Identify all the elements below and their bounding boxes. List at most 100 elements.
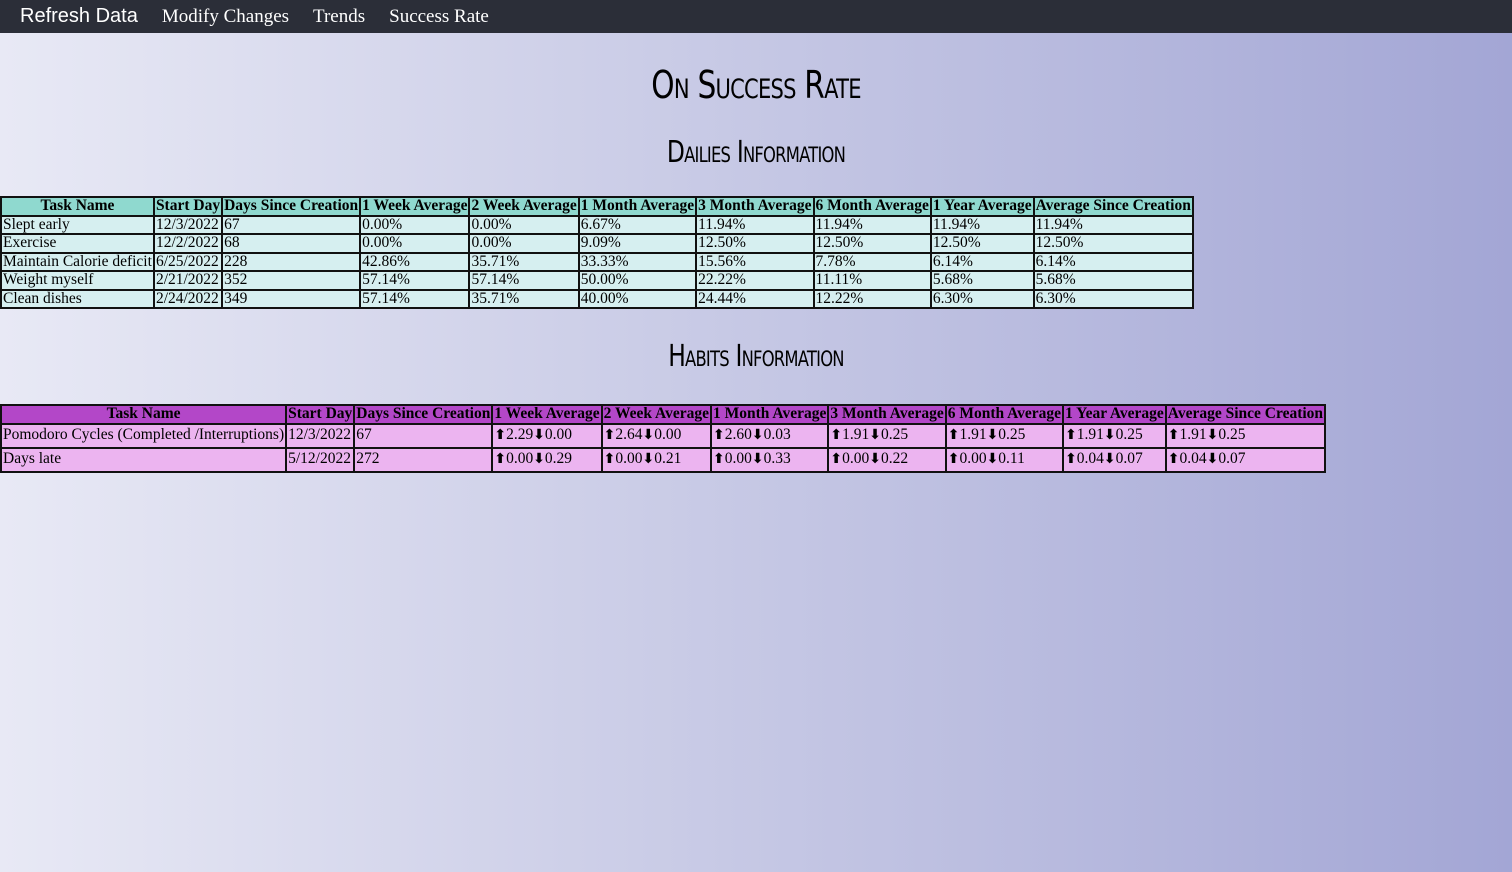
task-name-cell: Pomodoro Cycles (Completed /Interruption…	[0, 422, 288, 449]
dailies-cell: 5.68%	[929, 270, 1035, 291]
up-value: 0.00	[724, 450, 752, 468]
dailies-cell: 12.50%	[695, 233, 815, 254]
arrow-up-icon: ⬆	[1065, 451, 1077, 468]
dailies-header-cell: 3 Month Average	[695, 196, 815, 217]
dailies-cell: 57.14%	[468, 270, 580, 291]
dailies-row: Clean dishes 2/24/2022 349 57.14% 35.71% 40.0…	[0, 288, 1194, 309]
dailies-header-cell: 1 Year Average	[929, 196, 1035, 217]
arrow-up-icon: ⬆	[947, 427, 960, 444]
habit-average-cell: ⬆0.00⬇0.33	[709, 446, 830, 473]
habit-average-cell: ⬆0.04⬇0.07	[1062, 446, 1167, 473]
arrow-up-icon: ⬆	[1065, 427, 1077, 444]
dailies-row: Exercise 12/2/2022 68 0.00% 0.00% 9.09% 12.50%…	[0, 233, 1194, 254]
nav-success-rate[interactable]: Success Rate	[389, 6, 489, 28]
dailies-cell: 40.00%	[577, 288, 698, 309]
arrow-down-icon: ⬇	[986, 451, 999, 468]
dailies-cell: 6.14%	[929, 251, 1035, 272]
dailies-cell: 68	[221, 233, 362, 254]
dailies-header-cell: Start Day	[152, 196, 224, 217]
habit-average-cell: ⬆0.00⬇0.11	[944, 446, 1065, 473]
arrow-down-icon: ⬇	[1206, 451, 1219, 468]
arrow-up-icon: ⬆	[712, 451, 725, 468]
habits-header-cell: 6 Month Average	[944, 404, 1065, 425]
habits-header-cell: Days Since Creation	[353, 404, 494, 425]
habit-average-cell: ⬆2.29⬇0.00	[491, 422, 603, 449]
up-value: 0.04	[1179, 450, 1207, 468]
arrow-up-icon: ⬆	[830, 451, 843, 468]
dailies-cell: 15.56%	[695, 251, 815, 272]
dailies-cell: 0.00%	[468, 214, 580, 235]
dailies-cell: 35.71%	[468, 288, 580, 309]
dailies-row: Slept early 12/3/2022 67 0.00% 0.00% 6.67% 11.…	[0, 214, 1194, 235]
habits-header-cell: 1 Month Average	[709, 404, 830, 425]
dailies-cell: 57.14%	[359, 288, 471, 309]
down-value: 0.22	[880, 450, 909, 468]
up-value: 0.00	[615, 450, 643, 468]
habits-cell: 67	[353, 422, 494, 449]
up-value: 1.91	[959, 426, 987, 444]
dailies-row: Weight myself 2/21/2022 352 57.14% 57.14% 50.…	[0, 270, 1194, 291]
dailies-cell: 7.78%	[812, 251, 932, 272]
task-name-cell: Slept early	[0, 214, 155, 235]
dailies-cell: 67	[221, 214, 362, 235]
arrow-down-icon: ⬇	[1103, 427, 1116, 444]
nav-refresh-data[interactable]: Refresh Data	[20, 5, 138, 28]
habit-average-cell: ⬆2.64⬇0.00	[600, 422, 712, 449]
habit-average-cell: ⬆1.91⬇0.25	[1062, 422, 1167, 449]
habit-average-cell: ⬆0.00⬇0.29	[491, 446, 603, 473]
habits-table: Task Name Start Day Days Since Creation …	[0, 404, 1327, 473]
up-value: 2.60	[724, 426, 752, 444]
dailies-cell: 57.14%	[359, 270, 471, 291]
top-navbar: Refresh Data Modify Changes Trends Succe…	[0, 0, 1512, 33]
arrow-down-icon: ⬇	[642, 427, 655, 444]
arrow-up-icon: ⬆	[603, 451, 616, 468]
habit-average-cell: ⬆0.00⬇0.22	[827, 446, 947, 473]
down-value: 0.00	[654, 426, 682, 444]
habits-header-cell: Average Since Creation	[1164, 404, 1327, 425]
up-value: 1.91	[842, 426, 870, 444]
habits-cell: 272	[353, 446, 494, 473]
nav-trends[interactable]: Trends	[313, 6, 365, 28]
nav-modify-changes[interactable]: Modify Changes	[162, 6, 289, 28]
dailies-cell: 24.44%	[695, 288, 815, 309]
dailies-cell: 35.71%	[468, 251, 580, 272]
dailies-cell: 22.22%	[695, 270, 815, 291]
dailies-header-row: Task Name Start Day Days Since Creation …	[0, 196, 1194, 217]
task-name-cell: Exercise	[0, 233, 155, 254]
dailies-header-cell: Average Since Creation	[1032, 196, 1194, 217]
arrow-down-icon: ⬇	[751, 427, 764, 444]
habits-header-cell: 1 Week Average	[491, 404, 603, 425]
page-title: On Success Rate	[651, 63, 861, 107]
arrow-down-icon: ⬇	[1206, 427, 1219, 444]
dailies-table: Task Name Start Day Days Since Creation …	[0, 196, 1194, 309]
down-value: 0.11	[998, 450, 1025, 468]
down-value: 0.25	[1115, 426, 1143, 444]
dailies-cell: 11.94%	[1032, 214, 1194, 235]
up-value: 0.00	[506, 450, 534, 468]
dailies-cell: 12.50%	[812, 233, 932, 254]
dailies-cell: 228	[221, 251, 362, 272]
dailies-cell: 5.68%	[1032, 270, 1194, 291]
arrow-up-icon: ⬆	[494, 451, 507, 468]
habits-header-cell: Task Name	[0, 404, 288, 425]
down-value: 0.25	[998, 426, 1026, 444]
down-value: 0.07	[1115, 450, 1143, 468]
habits-header-row: Task Name Start Day Days Since Creation …	[0, 404, 1327, 425]
habit-average-cell: ⬆0.00⬇0.21	[600, 446, 712, 473]
dailies-cell: 12/2/2022	[152, 233, 224, 254]
arrow-up-icon: ⬆	[947, 451, 960, 468]
arrow-up-icon: ⬆	[603, 427, 616, 444]
dailies-cell: 6/25/2022	[152, 251, 224, 272]
dailies-cell: 349	[221, 288, 362, 309]
dailies-header-cell: 6 Month Average	[812, 196, 932, 217]
dailies-cell: 0.00%	[468, 233, 580, 254]
dailies-cell: 9.09%	[577, 233, 698, 254]
dailies-row: Maintain Calorie deficit 6/25/2022 228 42.8…	[0, 251, 1194, 272]
task-name-cell: Clean dishes	[0, 288, 155, 309]
habits-cell: 5/12/2022	[285, 446, 356, 473]
dailies-cell: 0.00%	[359, 233, 471, 254]
dailies-cell: 42.86%	[359, 251, 471, 272]
habits-header-cell: 1 Year Average	[1062, 404, 1167, 425]
arrow-down-icon: ⬇	[751, 451, 764, 468]
up-value: 1.91	[1179, 426, 1207, 444]
